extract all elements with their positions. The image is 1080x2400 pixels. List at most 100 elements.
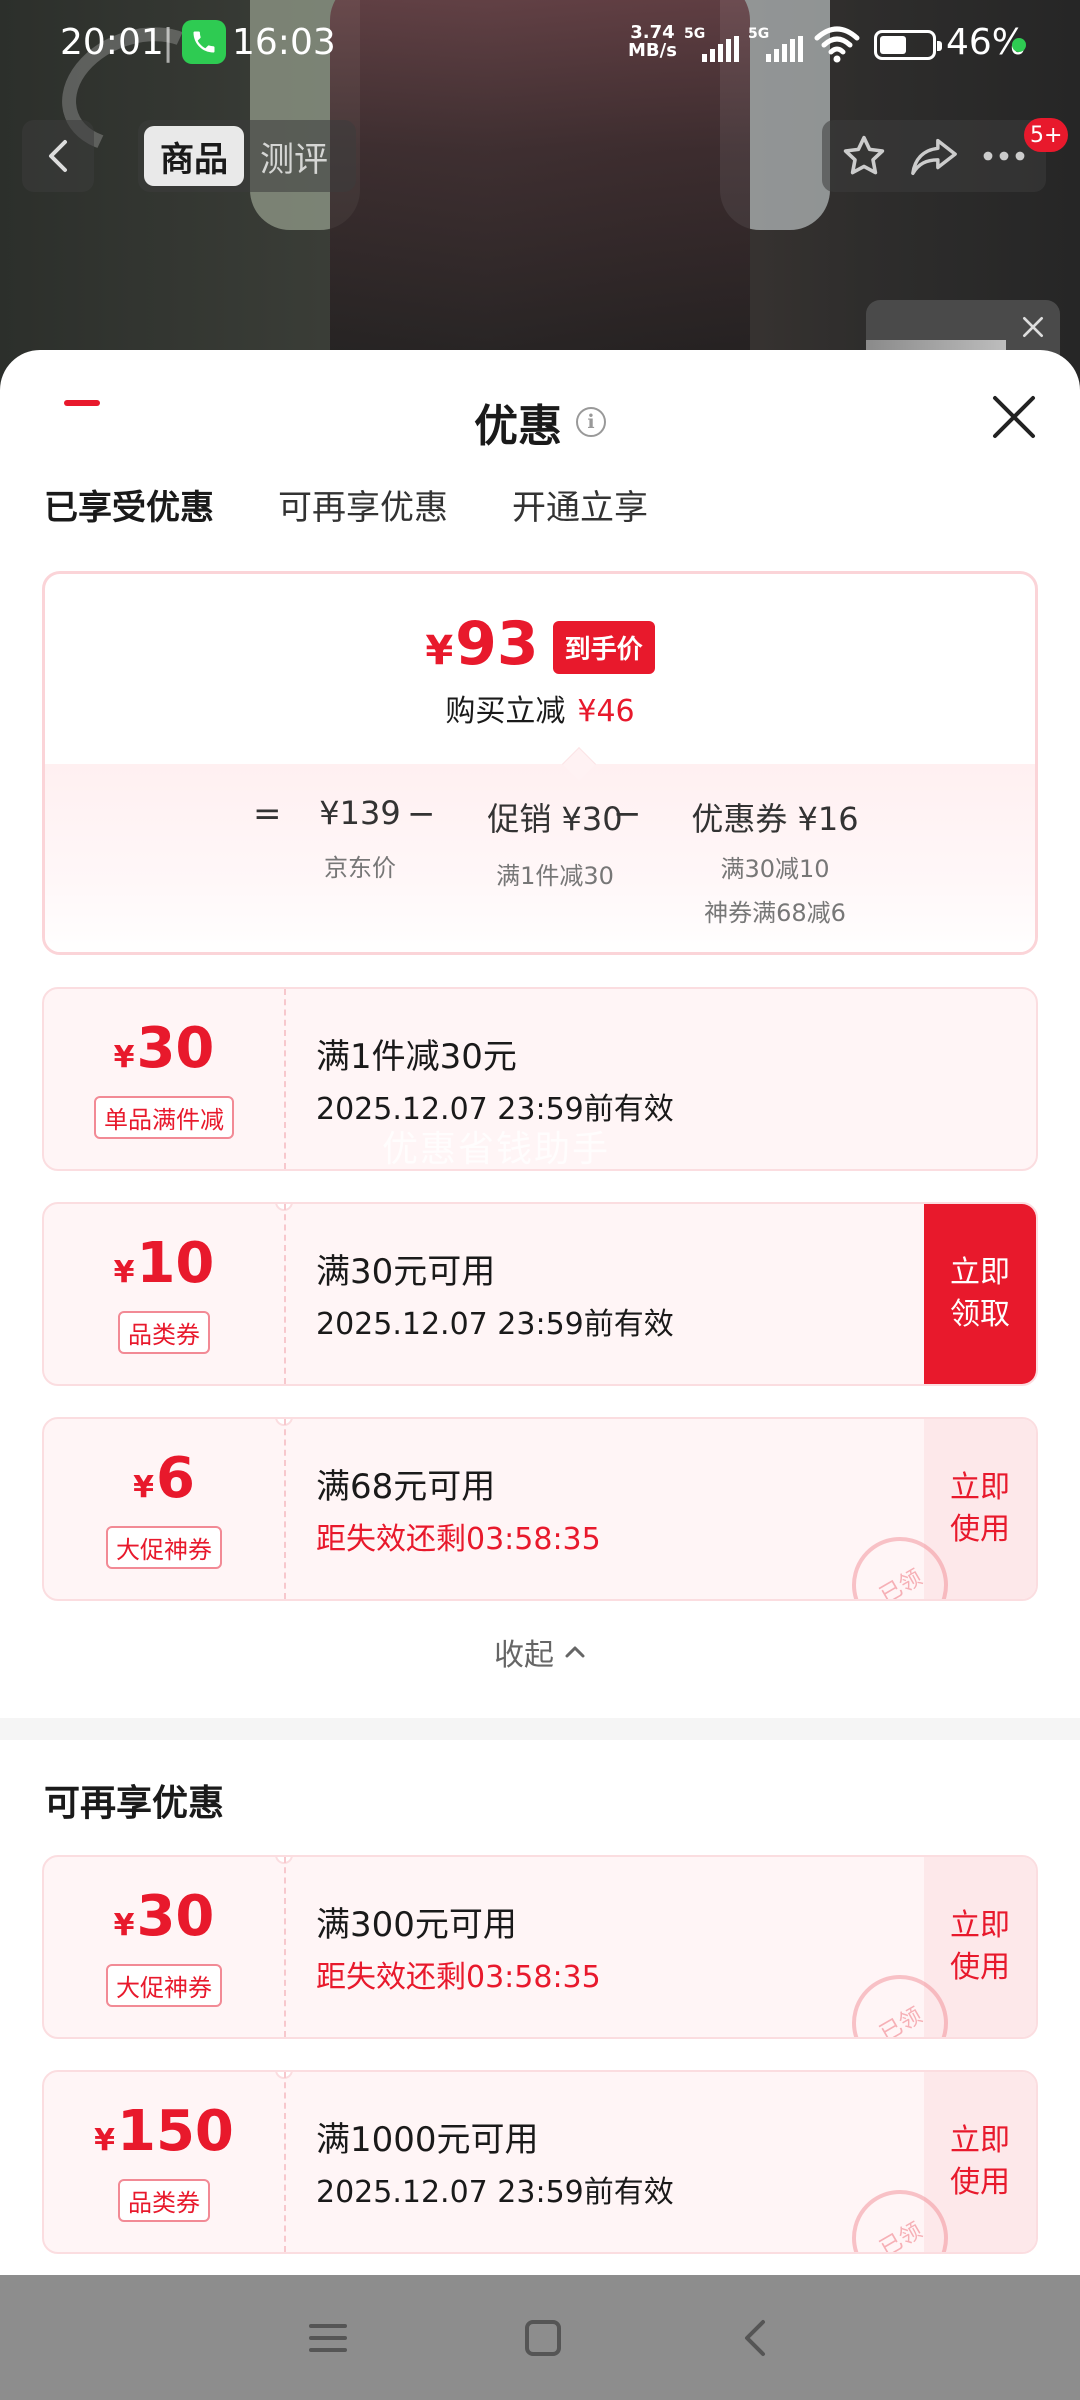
home-icon[interactable] [521, 2316, 565, 2360]
close-sheet-button[interactable] [985, 388, 1043, 446]
coupon-amount: ¥6 [133, 1449, 195, 1518]
coupon-type: 单品满件减 [94, 1096, 234, 1139]
reduce-value: ¥46 [577, 694, 635, 729]
coupon-title: 满1000元可用 [316, 2120, 539, 2160]
currency-symbol: ¥ [133, 1470, 154, 1505]
coupon-amount-value: 30 [136, 1884, 215, 1949]
coupon-validity: 2025.12.07 23:59前有效 [316, 1307, 674, 1342]
list-price-value: ¥139 [319, 794, 401, 832]
more-icon[interactable] [980, 132, 1028, 180]
tab-activate[interactable]: 开通立享 [512, 480, 648, 529]
currency-symbol: ¥ [113, 1255, 135, 1290]
coupon-amount-value: 10 [136, 1231, 215, 1296]
coupon-countdown: 距失效还剩03:58:35 [316, 1522, 601, 1557]
coupon-amount-value: 6 [155, 1446, 195, 1511]
close-icon [1022, 316, 1044, 338]
network-speed-unit: MB/s [628, 40, 677, 61]
status-time: 20:01 [60, 22, 164, 63]
minus-sign: − [407, 794, 436, 834]
coupon-type: 大促神券 [106, 1964, 222, 2007]
tab-enjoyed[interactable]: 已享受优惠 [44, 480, 214, 529]
discount-sheet: 优惠 i 已享受优惠 可再享优惠 开通立享 ¥93 到手价 购买立减 ¥46 = … [0, 350, 1080, 2275]
coupon-rule-2: 神券满68减6 [704, 899, 846, 927]
coupon-info: 满300元可用 距失效还剩03:58:35 [316, 1897, 601, 1996]
status-separator: | [162, 22, 175, 63]
coupon-card: ¥6 大促神券 满68元可用 距失效还剩03:58:35 立即 使用 已领 [42, 1417, 1038, 1601]
currency-symbol: ¥ [113, 1908, 135, 1943]
formula-list-price: ¥139 京东价 [295, 794, 425, 890]
currency-symbol: ¥ [425, 628, 454, 674]
coupon-info: 满1000元可用 2025.12.07 23:59前有效 [316, 2112, 674, 2211]
final-price: ¥93 [425, 614, 538, 681]
coupon-title: 满30元可用 [316, 1252, 496, 1292]
coupon-type: 大促神券 [106, 1526, 222, 1569]
coupon-countdown: 距失效还剩03:58:35 [316, 1960, 601, 1995]
currency-symbol: ¥ [113, 1040, 135, 1075]
coupon-card: ¥150 品类券 满1000元可用 2025.12.07 23:59前有效 立即… [42, 2070, 1038, 2254]
battery-icon [874, 30, 942, 60]
coupon-amount-block: ¥30 单品满件减 [44, 989, 284, 1169]
currency-symbol: ¥ [94, 2123, 115, 2158]
coupon-type: 品类券 [118, 1311, 210, 1354]
phone-icon[interactable] [182, 20, 226, 64]
back-button[interactable] [22, 120, 94, 192]
final-price-row: ¥93 到手价 [45, 614, 1035, 681]
claim-coupon-button[interactable]: 立即 领取 [924, 1204, 1036, 1384]
equals-sign: = [253, 794, 282, 834]
sheet-header: 优惠 i [0, 390, 1080, 454]
coupon-amount: ¥150 [94, 2102, 234, 2171]
price-formula: = ¥139 京东价 − 促销 ¥30 满1件减30 − 优惠券 ¥16 满30… [45, 794, 1035, 944]
price-summary-top: ¥93 到手价 购买立减 ¥46 [45, 574, 1035, 764]
coupon-card: ¥30 大促神券 满300元可用 距失效还剩03:58:35 立即 使用 已领 [42, 1855, 1038, 2039]
signal-bars-icon [702, 36, 739, 62]
system-navigation-bar [0, 2275, 1080, 2400]
coupon-divider [284, 989, 286, 1169]
tab-review[interactable]: 测评 [244, 126, 344, 186]
final-price-value: 93 [455, 609, 539, 679]
coupon-amount-block: ¥10 品类券 [44, 1204, 284, 1384]
coupon-amount: ¥10 [114, 1234, 215, 1303]
back-icon [49, 140, 67, 172]
watermark-text: 优惠省钱助手 [382, 1129, 611, 1170]
back-nav-icon[interactable] [735, 2316, 775, 2360]
coupon-amount-block: ¥30 大促神券 [44, 1857, 284, 2037]
coupon-value: 优惠券 ¥16 [691, 800, 859, 838]
final-price-tag: 到手价 [552, 621, 655, 674]
coupon-rule-1: 满30减10 [720, 855, 830, 883]
list-price-label: 京东价 [324, 854, 396, 882]
coupon-title: 满300元可用 [316, 1905, 517, 1945]
reduce-label: 购买立减 [445, 694, 566, 729]
tab-more-available[interactable]: 可再享优惠 [278, 480, 448, 529]
coupon-amount: ¥30 [114, 1019, 215, 1088]
share-icon[interactable] [909, 132, 959, 180]
section-divider [0, 1718, 1080, 1740]
close-video-button[interactable] [1006, 300, 1060, 354]
price-summary-card: ¥93 到手价 购买立减 ¥46 = ¥139 京东价 − 促销 ¥30 满1件减… [42, 571, 1038, 955]
product-tabs: 商品 测评 [138, 120, 356, 192]
info-icon[interactable]: i [576, 407, 606, 437]
promotion-rule: 满1件减30 [496, 862, 614, 890]
wifi-icon [814, 26, 860, 63]
sheet-title: 优惠 [474, 401, 562, 452]
chevron-up-icon [565, 1646, 585, 1658]
coupon-title: 满68元可用 [316, 1467, 496, 1507]
active-tab-indicator [64, 400, 100, 406]
notification-badge: 5+ [1024, 118, 1069, 152]
star-icon[interactable] [840, 132, 888, 180]
menu-icon[interactable] [305, 2318, 351, 2358]
coupon-amount-block: ¥6 大促神券 [44, 1419, 284, 1599]
formula-coupon: 优惠券 ¥16 满30减10 神券满68减6 [655, 794, 895, 928]
coupon-card: ¥10 品类券 满30元可用 2025.12.07 23:59前有效 立即 领取 [42, 1202, 1038, 1386]
status-bar: 20:01 | 16:03 3.74 MB/s 5G 5G 46% [0, 0, 1080, 90]
collapse-button[interactable]: 收起 [0, 1630, 1080, 1674]
coupon-divider [284, 1857, 286, 2037]
top-actions [822, 120, 1046, 192]
call-duration: 16:03 [232, 22, 336, 63]
network-speed: 3.74 MB/s [628, 24, 677, 60]
tab-product[interactable]: 商品 [144, 126, 244, 186]
close-icon [993, 396, 1035, 438]
coupon-divider [284, 2072, 286, 2252]
minus-sign: − [613, 794, 642, 834]
reduce-row: 购买立减 ¥46 [45, 686, 1035, 730]
more-discounts-title: 可再享优惠 [44, 1783, 225, 1824]
